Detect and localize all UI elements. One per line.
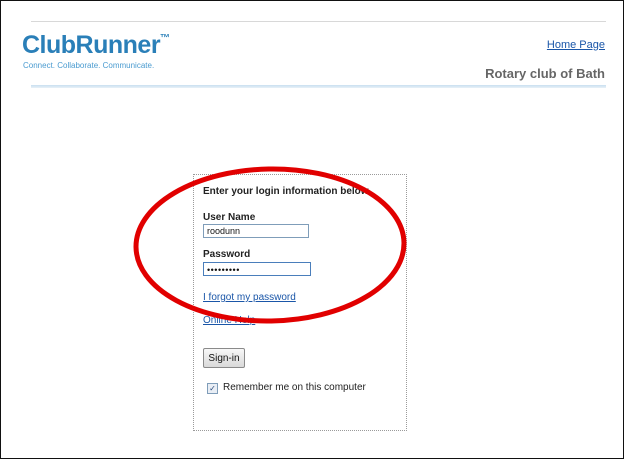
logo-tagline: Connect. Collaborate. Communicate. [23,61,155,70]
home-page-link[interactable]: Home Page [547,39,605,51]
login-panel: Enter your login information below User … [193,174,407,431]
remember-me-label: Remember me on this computer [223,382,366,393]
header-divider [31,85,606,88]
username-label: User Name [203,212,256,223]
logo-trademark: ™ [160,33,170,44]
username-input[interactable] [203,224,309,238]
sign-in-button[interactable]: Sign-in [203,348,245,368]
club-name: Rotary club of Bath [485,66,605,81]
login-instructions: Enter your login information below [203,186,369,197]
logo-text: ClubRunner [22,31,161,59]
site-header: ClubRunner™ Connect. Collaborate. Commun… [22,19,621,89]
screenshot-frame: ClubRunner™ Connect. Collaborate. Commun… [0,0,624,459]
clubrunner-logo: ClubRunner™ [22,31,170,60]
online-help-link[interactable]: Online Help [203,315,255,326]
password-input[interactable]: ••••••••• [203,262,311,276]
forgot-password-link[interactable]: I forgot my password [203,292,296,303]
remember-me-checkbox[interactable]: ✓ [207,383,218,394]
password-label: Password [203,249,251,260]
